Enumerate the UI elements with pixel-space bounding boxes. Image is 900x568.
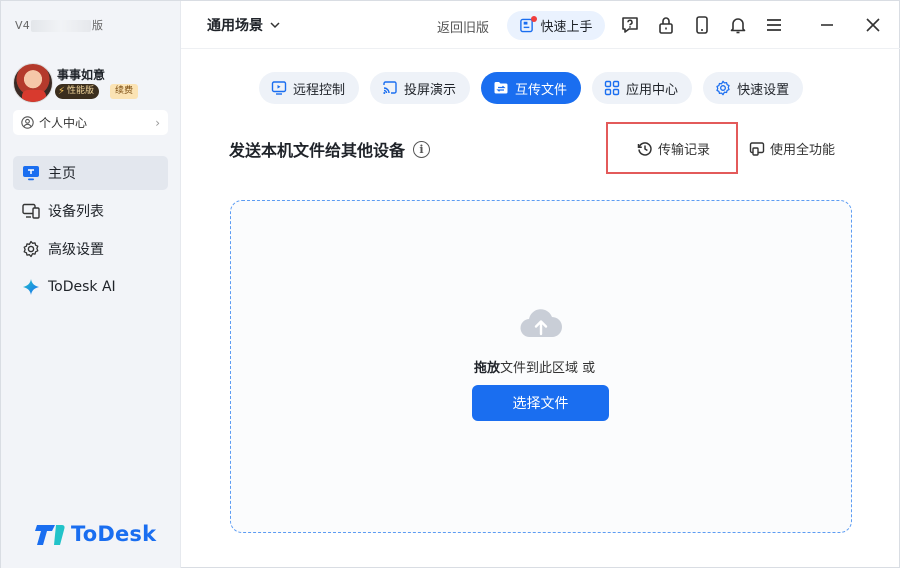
scene-dropdown[interactable]: 通用场景 [207, 15, 281, 35]
full-features-label: 使用全功能 [770, 143, 836, 158]
user-icon [21, 116, 34, 129]
feature-tabs: 远程控制 投屏演示 互传文件 应用中心 快速设置 [259, 72, 804, 104]
info-icon[interactable]: i [413, 140, 431, 158]
tab-label: 快速设置 [737, 82, 790, 98]
user-name: 事事如意 [57, 68, 106, 82]
personal-center-button[interactable]: 个人中心 › [13, 110, 168, 135]
sidebar-item-label: 主页 [48, 166, 76, 182]
tab-screen-cast[interactable]: 投屏演示 [370, 72, 471, 104]
todesk-window: V4 版 事事如意 ⚡ 性能版 续费 个人中心 › 主页 设备列表 高级设置 T… [0, 0, 900, 568]
gear-icon [21, 239, 41, 259]
drop-hint-bold: 拖放 [474, 361, 501, 376]
avatar[interactable] [13, 63, 53, 103]
back-to-old-version-link[interactable]: 返回旧版 [437, 17, 489, 36]
todesk-logo: ToDesk [35, 521, 156, 547]
history-icon [637, 141, 652, 156]
tab-label: 远程控制 [293, 82, 346, 98]
sidebar-item-advanced-settings[interactable]: 高级设置 [13, 232, 168, 266]
sidebar-item-label: 设备列表 [48, 204, 104, 220]
user-card[interactable]: 事事如意 ⚡ 性能版 续费 [13, 63, 173, 105]
notification-dot [531, 16, 537, 22]
personal-center-label: 个人中心 [39, 116, 88, 130]
tab-label: 应用中心 [626, 82, 679, 98]
phone-icon[interactable] [690, 13, 714, 37]
sidebar: V4 版 事事如意 ⚡ 性能版 续费 个人中心 › 主页 设备列表 高级设置 T… [1, 1, 181, 568]
transfer-record-button[interactable]: 传输记录 [637, 139, 710, 158]
renew-badge[interactable]: 续费 [110, 84, 139, 99]
sidebar-item-todesk-ai[interactable]: ToDesk AI [13, 270, 168, 304]
sidebar-item-label: ToDesk AI [48, 279, 116, 295]
devices-icon [21, 201, 41, 221]
help-icon[interactable] [618, 13, 642, 37]
performance-badge: ⚡ 性能版 [55, 84, 100, 99]
sidebar-item-home[interactable]: 主页 [13, 156, 168, 190]
todesk-logo-text: ToDesk [71, 522, 157, 546]
section-title: 发送本机文件给其他设备 i [229, 137, 431, 161]
close-icon[interactable] [861, 13, 885, 37]
window-icon [749, 141, 765, 156]
file-transfer-icon [494, 82, 508, 94]
tab-quick-settings[interactable]: 快速设置 [703, 72, 804, 104]
version-label: V4 版 [15, 17, 103, 33]
scene-label: 通用场景 [207, 18, 263, 34]
sidebar-item-label: 高级设置 [48, 242, 104, 258]
remote-control-icon [271, 81, 287, 95]
tab-label: 投屏演示 [404, 82, 457, 98]
lock-icon[interactable] [654, 13, 678, 37]
tab-label: 互传文件 [515, 82, 568, 98]
minimize-icon[interactable] [815, 13, 839, 37]
quick-start-button[interactable]: 快速上手 [507, 11, 605, 40]
version-redacted [30, 20, 91, 32]
drop-hint: 拖放文件到此区域 或 [474, 357, 595, 376]
choose-file-button[interactable]: 选择文件 [472, 385, 609, 421]
version-suffix: 版 [91, 19, 104, 32]
todesk-logo-icon [35, 525, 65, 545]
tab-remote-control[interactable]: 远程控制 [259, 72, 360, 104]
chevron-right-icon: › [155, 115, 160, 130]
chevron-down-icon [270, 22, 280, 29]
full-features-button[interactable]: 使用全功能 [749, 139, 835, 158]
tab-app-center[interactable]: 应用中心 [592, 72, 693, 104]
sidebar-nav: 主页 设备列表 高级设置 ToDesk AI [13, 156, 168, 308]
tab-file-transfer[interactable]: 互传文件 [481, 72, 582, 104]
sidebar-item-devices[interactable]: 设备列表 [13, 194, 168, 228]
bell-icon[interactable] [726, 13, 750, 37]
transfer-record-label: 传输记录 [658, 143, 711, 158]
cast-icon [383, 81, 397, 94]
gear-icon [716, 80, 730, 96]
version-prefix: V4 [15, 19, 30, 32]
performance-badge-label: 性能版 [67, 86, 95, 96]
cloud-upload-icon [520, 309, 562, 338]
drop-hint-rest: 文件到此区域 或 [500, 361, 596, 376]
section-title-text: 发送本机文件给其他设备 [229, 141, 406, 160]
monitor-icon [21, 163, 41, 183]
apps-icon [604, 80, 620, 96]
menu-icon[interactable] [762, 13, 786, 37]
quick-start-label: 快速上手 [540, 20, 593, 35]
bolt-icon: ⚡ [58, 86, 66, 97]
top-bar: 通用场景 返回旧版 快速上手 [181, 1, 900, 49]
sparkle-icon [21, 277, 41, 297]
